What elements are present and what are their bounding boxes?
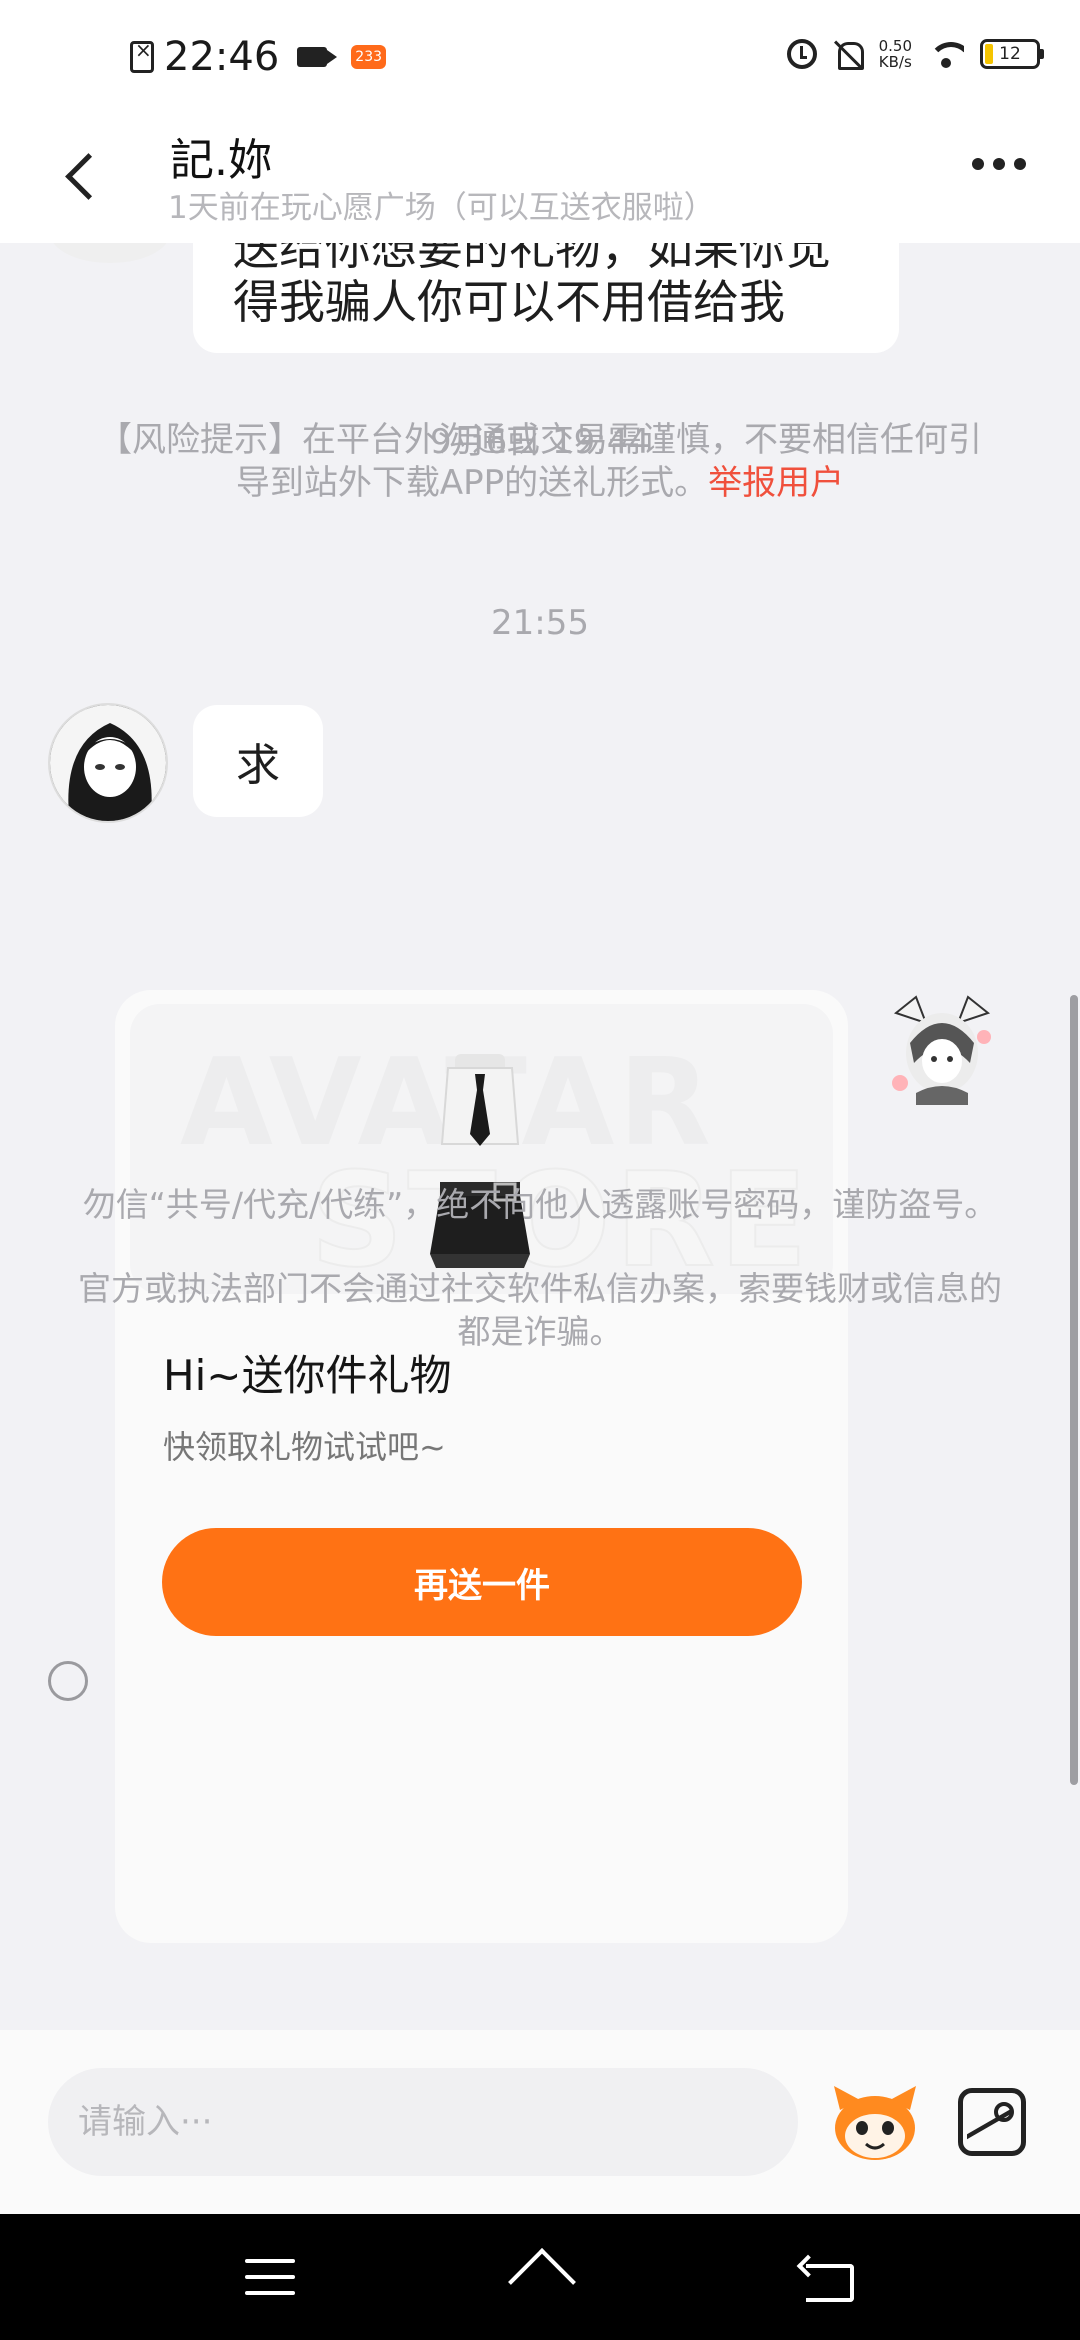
chat-title[interactable]: 記.妳 — [170, 124, 272, 188]
gift-image: AVATAR STORE — [130, 1004, 833, 1294]
send-again-button[interactable]: 再送一件 — [162, 1528, 802, 1636]
battery-level: 12 — [999, 44, 1021, 64]
avatar-cat-girl-icon — [892, 995, 991, 1105]
input-bar — [0, 2030, 1080, 2214]
video-record-icon — [297, 47, 338, 67]
avatar-illustration-icon — [50, 705, 166, 821]
gift-description: 快领取礼物试试吧~ — [163, 1428, 446, 1466]
message-text-line: 得我骗人你可以不用借给我 — [233, 275, 785, 329]
app-233-icon: 233 — [351, 45, 387, 69]
message-text: 求 — [236, 740, 280, 791]
battery-icon: 12 — [980, 39, 1044, 69]
mascot-emoji-icon[interactable] — [830, 2080, 920, 2164]
status-left: 22:46 233 — [130, 34, 387, 80]
select-radio[interactable] — [48, 1661, 88, 1701]
net-speed: 0.50 KB/s — [879, 38, 912, 70]
mute-icon — [833, 38, 864, 70]
navigation-bar — [0, 2214, 1080, 2340]
status-bar: 22:46 233 0.50 KB/s 12 — [0, 0, 1080, 118]
avatar[interactable] — [886, 993, 998, 1105]
avatar[interactable] — [50, 243, 170, 263]
message-text-line: 送给你想要的礼物，如果你觉 — [233, 243, 831, 275]
message-input[interactable] — [48, 2068, 798, 2176]
scrollbar[interactable] — [1070, 995, 1078, 1785]
message-bubble[interactable]: 送给你想要的礼物，如果你觉 得我骗人你可以不用借给我 — [193, 243, 899, 353]
message-bubble[interactable]: 求 — [193, 705, 323, 817]
nav-menu-icon[interactable] — [245, 2259, 295, 2295]
warning-fraud: 官方或执法部门不会通过社交软件私信办案，索要钱财或信息的都是诈骗。 — [78, 1269, 1002, 1351]
chat-area[interactable]: 送给你想要的礼物，如果你觉 得我骗人你可以不用借给我 【风险提示】在平台外沟通或… — [0, 243, 1080, 2030]
more-icon[interactable] — [972, 158, 1026, 170]
nav-home-icon[interactable] — [505, 2250, 575, 2304]
status-time: 22:46 — [164, 34, 280, 80]
timestamp-21-55: 21:55 — [491, 603, 589, 643]
status-right: 0.50 KB/s 12 — [786, 38, 1044, 70]
gift-card[interactable]: AVATAR STORE Hi~送你件礼物 快领取礼物试试吧~ 再送一件 — [115, 990, 848, 1943]
wifi-icon — [928, 40, 964, 68]
nav-back-icon[interactable] — [798, 2254, 854, 2302]
back-icon[interactable] — [62, 148, 110, 208]
chat-subtitle: 1天前在玩心愿广场（可以互送衣服啦） — [168, 190, 715, 226]
chat-header: 記.妳 1天前在玩心愿广场（可以互送衣服啦） — [0, 118, 1080, 243]
report-user-link[interactable]: 举报用户 — [708, 463, 844, 503]
image-icon[interactable] — [958, 2088, 1026, 2156]
avatar[interactable] — [48, 703, 168, 823]
no-sim-icon — [130, 38, 154, 73]
alarm-icon — [786, 39, 817, 69]
net-speed-unit: KB/s — [878, 53, 912, 71]
timestamp-9-6: 9月6日 19:44 — [429, 422, 651, 462]
warning-account: 勿信“共号/代充/代练”，绝不向他人透露账号密码，谨防盗号。 — [82, 1185, 998, 1224]
outfit-icon — [430, 1054, 530, 1268]
